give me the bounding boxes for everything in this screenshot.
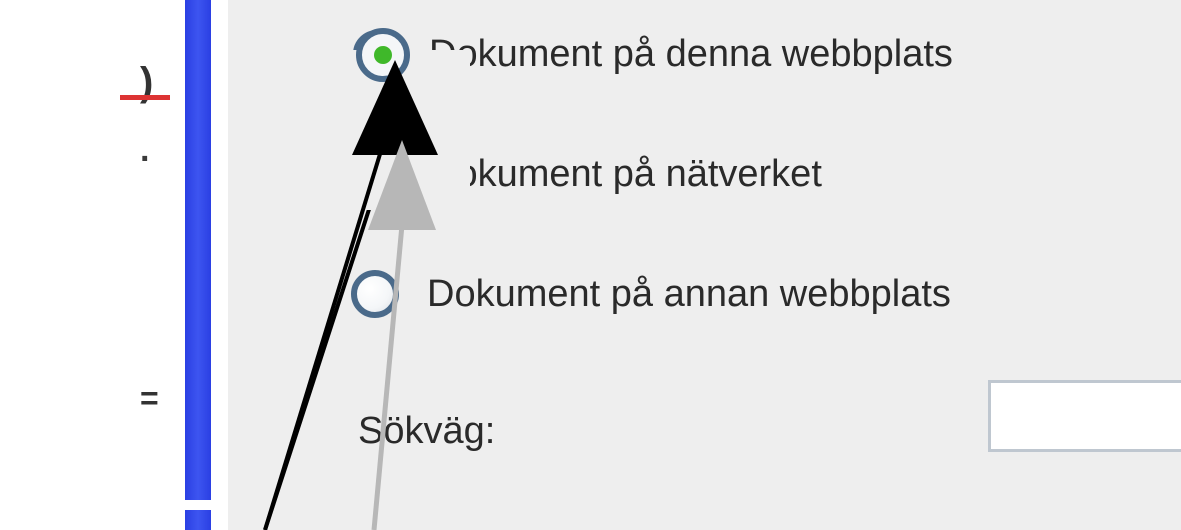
radio-label: Dokument på denna webbplats: [429, 35, 953, 73]
radio-document-this-site[interactable]: Dokument på denna webbplats: [353, 30, 953, 78]
margin-glyph-dot: ·: [140, 140, 151, 179]
radio-label: Dokument på nätverket: [429, 155, 822, 193]
radio-document-network[interactable]: Dokument på nätverket: [353, 150, 822, 198]
radio-document-other-site[interactable]: Dokument på annan webbplats: [351, 270, 951, 318]
left-margin-column: ) · =: [0, 0, 185, 530]
dialog-panel: Dokument på denna webbplats Dokument på …: [228, 0, 1181, 530]
radio-label: Dokument på annan webbplats: [427, 275, 951, 313]
red-underline: [120, 95, 170, 100]
window-left-border: [185, 0, 211, 530]
path-input[interactable]: [988, 380, 1181, 452]
radio-dot-icon: [368, 45, 386, 63]
margin-glyph-equals: =: [140, 380, 157, 417]
radio-icon: [351, 270, 399, 318]
radio-icon: [353, 30, 401, 78]
window-left-border-gap: [185, 500, 211, 510]
radio-icon: [353, 150, 401, 198]
path-label: Sökväg:: [358, 410, 495, 453]
